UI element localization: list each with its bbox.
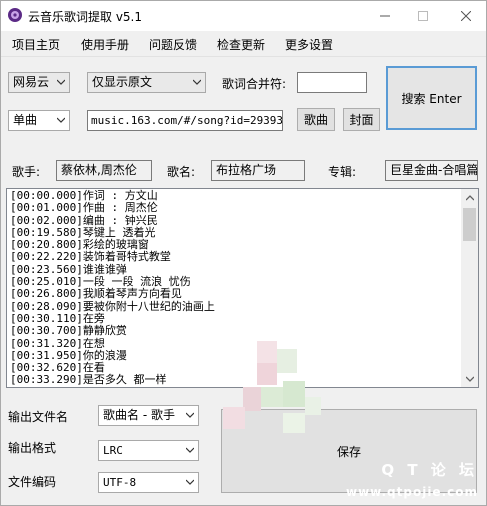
display-mode-select[interactable]: 仅显示原文: [87, 72, 206, 93]
close-icon: [461, 11, 471, 21]
menu-project-home[interactable]: 项目主页: [12, 36, 60, 53]
window-title: 云音乐歌词提取 v5.1: [28, 10, 143, 24]
title-bar: 云音乐歌词提取 v5.1: [1, 1, 486, 31]
file-name-label: 输出文件名: [8, 410, 69, 424]
app-logo-icon: [8, 8, 22, 22]
close-button[interactable]: [446, 1, 486, 31]
menu-bar: 项目主页 使用手册 问题反馈 检查更新 更多设置: [1, 31, 486, 57]
encoding-value: UTF-8: [103, 476, 137, 489]
lyric-button-label: 歌曲: [303, 113, 328, 127]
file-name-select[interactable]: 歌曲名 - 歌手: [98, 405, 199, 426]
lyric-button[interactable]: 歌曲: [297, 108, 335, 131]
merge-label: 歌词合并符:: [222, 77, 287, 91]
chevron-down-icon: [57, 117, 65, 123]
chevron-down-icon: [465, 376, 474, 382]
chevron-down-icon: [186, 447, 194, 453]
lyric-line: [00:01.000]作曲 : 周杰伦: [10, 201, 158, 215]
chevron-down-icon: [193, 79, 201, 85]
maximize-button[interactable]: [403, 1, 443, 31]
encoding-select[interactable]: UTF-8: [98, 472, 199, 493]
encoding-label: 文件编码: [8, 475, 57, 489]
source-select-value: 网易云: [13, 75, 50, 89]
maximize-icon: [418, 11, 428, 21]
menu-feedback[interactable]: 问题反馈: [149, 36, 197, 53]
watermark-url: www.qtpojie.com: [346, 485, 478, 499]
source-select[interactable]: 网易云: [8, 72, 70, 93]
format-value: LRC: [103, 444, 123, 457]
song-name-field[interactable]: 布拉格广场: [211, 160, 305, 181]
lyrics-scrollbar[interactable]: [461, 189, 478, 387]
file-name-value: 歌曲名 - 歌手: [103, 408, 175, 422]
lyric-line: [00:30.700]静静欣赏: [10, 324, 127, 338]
format-select[interactable]: LRC: [98, 440, 199, 461]
singer-label: 歌手:: [12, 165, 41, 179]
minimize-button[interactable]: [365, 1, 405, 31]
lyric-line: [00:22.220]装饰着哥特式教堂: [10, 250, 171, 264]
cover-button-label: 封面: [349, 113, 374, 127]
url-input[interactable]: music.163.com/#/song?id=29393641: [87, 110, 283, 131]
scroll-thumb[interactable]: [463, 208, 476, 241]
menu-check-update[interactable]: 检查更新: [217, 36, 265, 53]
merge-input[interactable]: [297, 72, 367, 93]
search-button-label: 搜索 Enter: [401, 91, 462, 106]
mode-select-value: 单曲: [13, 113, 38, 127]
cover-button[interactable]: 封面: [343, 108, 380, 131]
save-button-label: 保存: [336, 444, 361, 459]
chevron-up-icon: [465, 194, 474, 200]
watermark-forum: Q T 论 坛: [381, 461, 478, 479]
chevron-down-icon: [186, 412, 194, 418]
album-label: 专辑:: [328, 165, 357, 179]
format-label: 输出格式: [8, 441, 57, 455]
menu-more-settings[interactable]: 更多设置: [285, 36, 333, 53]
mode-select[interactable]: 单曲: [8, 110, 70, 131]
lyric-line: [00:26.800]我顺着琴声方向看见: [10, 287, 182, 301]
song-name-label: 歌名:: [167, 165, 196, 179]
scroll-up-button[interactable]: [461, 189, 478, 206]
chevron-down-icon: [57, 79, 65, 85]
display-mode-value: 仅显示原文: [92, 75, 153, 89]
scroll-down-button[interactable]: [461, 370, 478, 387]
chevron-down-icon: [186, 479, 194, 485]
singer-field[interactable]: 蔡依林,周杰伦: [56, 160, 152, 181]
album-field[interactable]: 巨星金曲-合唱篇: [385, 160, 478, 181]
menu-user-manual[interactable]: 使用手册: [81, 36, 129, 53]
pixel-mosaic: [223, 341, 333, 451]
search-button[interactable]: 搜索 Enter: [386, 66, 477, 130]
app-window: 云音乐歌词提取 v5.1 项目主页 使用手册 问题反馈 检查更新 更多设置 网易…: [0, 0, 487, 506]
minimize-icon: [380, 15, 390, 17]
